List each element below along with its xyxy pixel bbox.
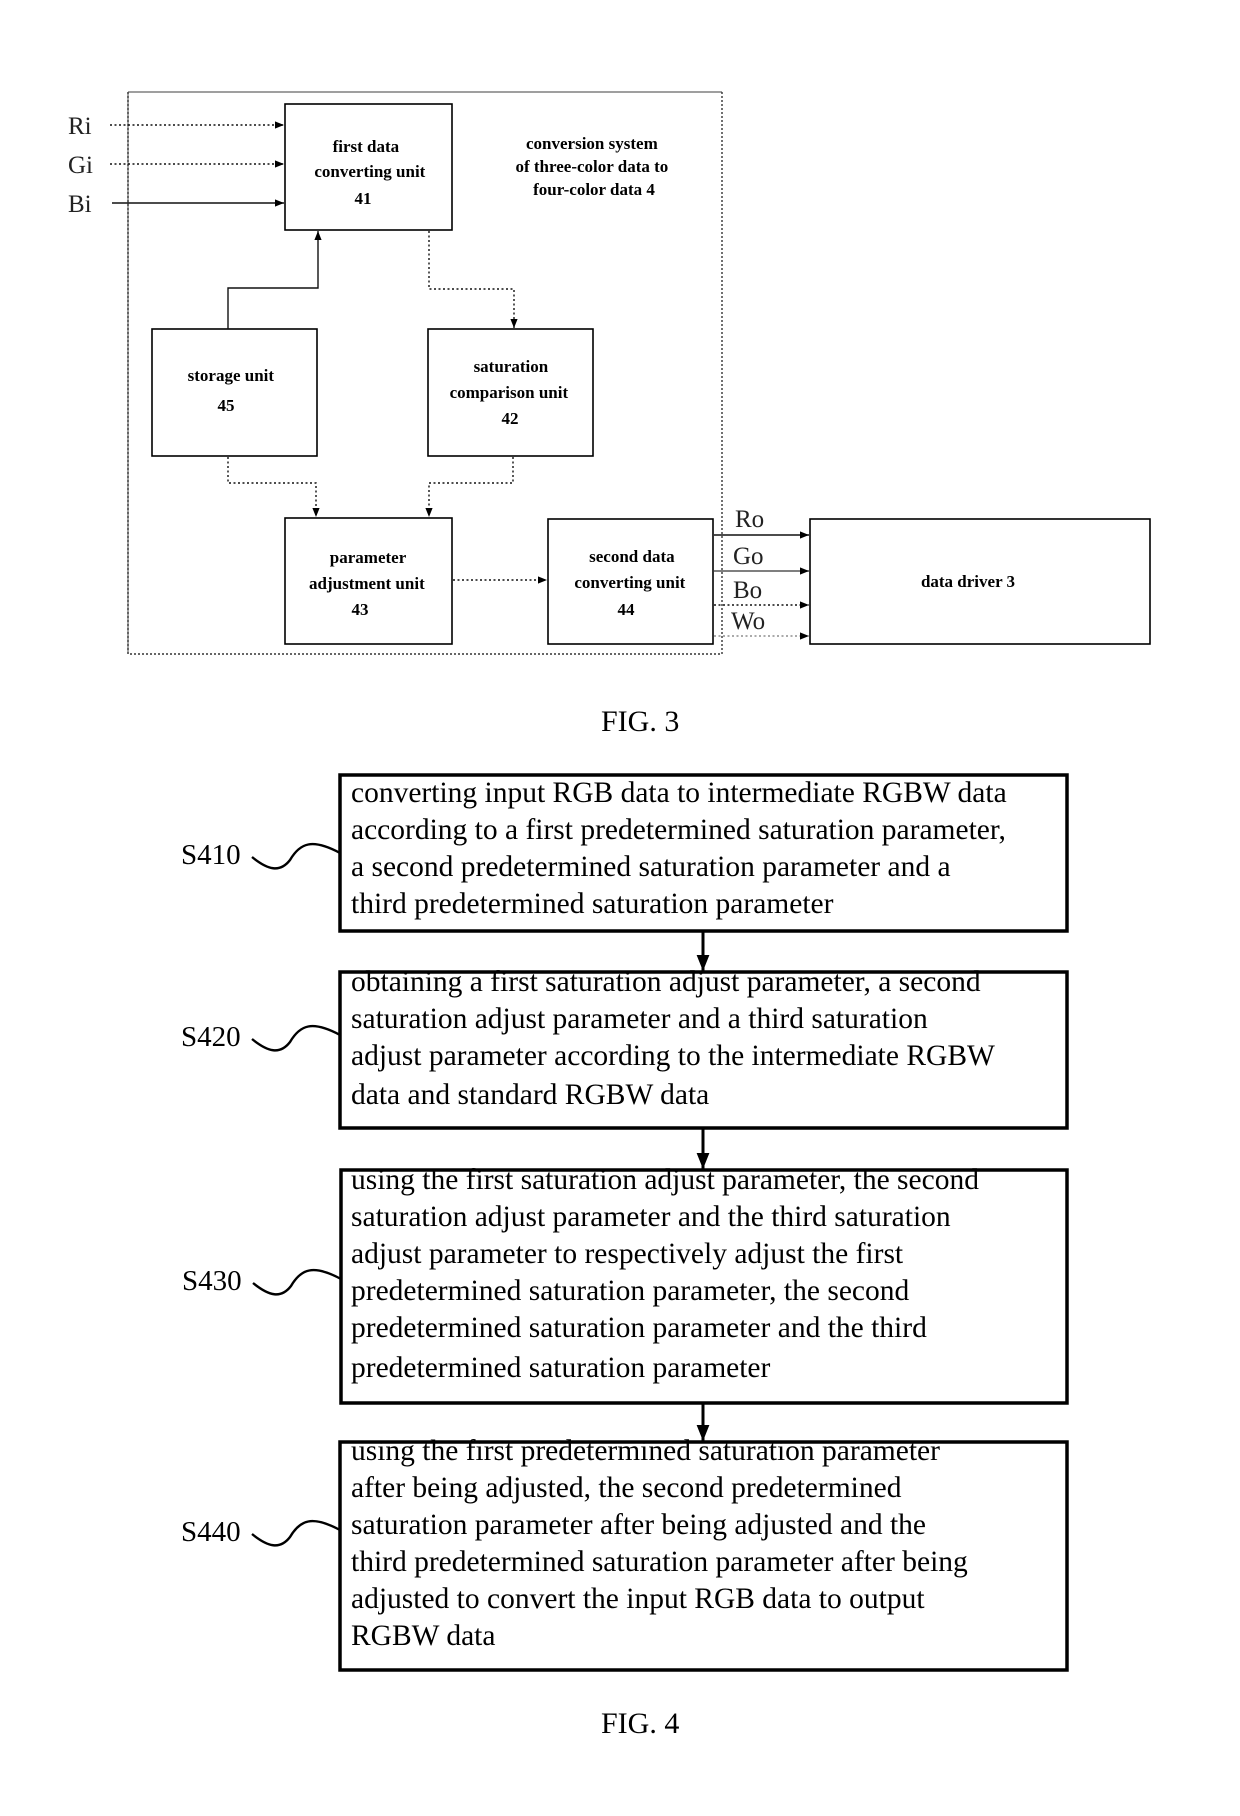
- output-label-go: Go: [733, 543, 764, 570]
- block-storage-unit: storage unit 45: [151, 328, 318, 457]
- arrow-storage-to-adjustment: [227, 457, 320, 517]
- fig3-block-diagram: conversion system of three-color data to…: [68, 91, 1151, 738]
- arrow-first-converter-to-comparison: [428, 231, 518, 328]
- output-label-bo: Bo: [733, 577, 762, 604]
- block-saturation-comparison-unit: saturation comparison unit 42: [427, 328, 594, 457]
- svg-text:data driver 3: data driver 3: [921, 572, 1015, 591]
- arrow-comparison-to-adjustment: [425, 457, 514, 517]
- input-label-gi: Gi: [68, 152, 93, 179]
- leader-squiggle-s440: [251, 1519, 341, 1547]
- step-label-s440: S440: [181, 1516, 241, 1548]
- fig3-caption: FIG. 3: [601, 705, 679, 738]
- step-label-s410: S410: [181, 839, 241, 871]
- output-label-wo: Wo: [731, 608, 765, 635]
- step-label-s420: S420: [181, 1021, 241, 1053]
- step-label-s430: S430: [182, 1265, 242, 1297]
- fig4-flowchart: S410 S420 S430 S440 converting input RGB…: [181, 773, 1069, 1740]
- leader-squiggle-s420: [251, 1024, 341, 1052]
- fig4-caption: FIG. 4: [601, 1707, 679, 1740]
- leader-squiggle-s430: [252, 1268, 342, 1296]
- block-parameter-adjustment-unit: parameter adjustment unit 43: [284, 517, 453, 645]
- output-label-ro: Ro: [735, 506, 764, 533]
- container-label: conversion system of three-color data to…: [515, 134, 672, 199]
- arrow-storage-to-first-converter: [227, 231, 322, 329]
- input-label-bi: Bi: [68, 191, 92, 218]
- block-data-driver: data driver 3: [809, 518, 1151, 645]
- block-first-data-converting-unit: first data converting unit 41: [284, 103, 453, 231]
- leader-squiggle-s410: [251, 842, 341, 870]
- input-label-ri: Ri: [68, 113, 92, 140]
- block-second-data-converting-unit: second data converting unit 44: [547, 518, 714, 645]
- patent-figure-sheet: conversion system of three-color data to…: [68, 91, 1151, 1740]
